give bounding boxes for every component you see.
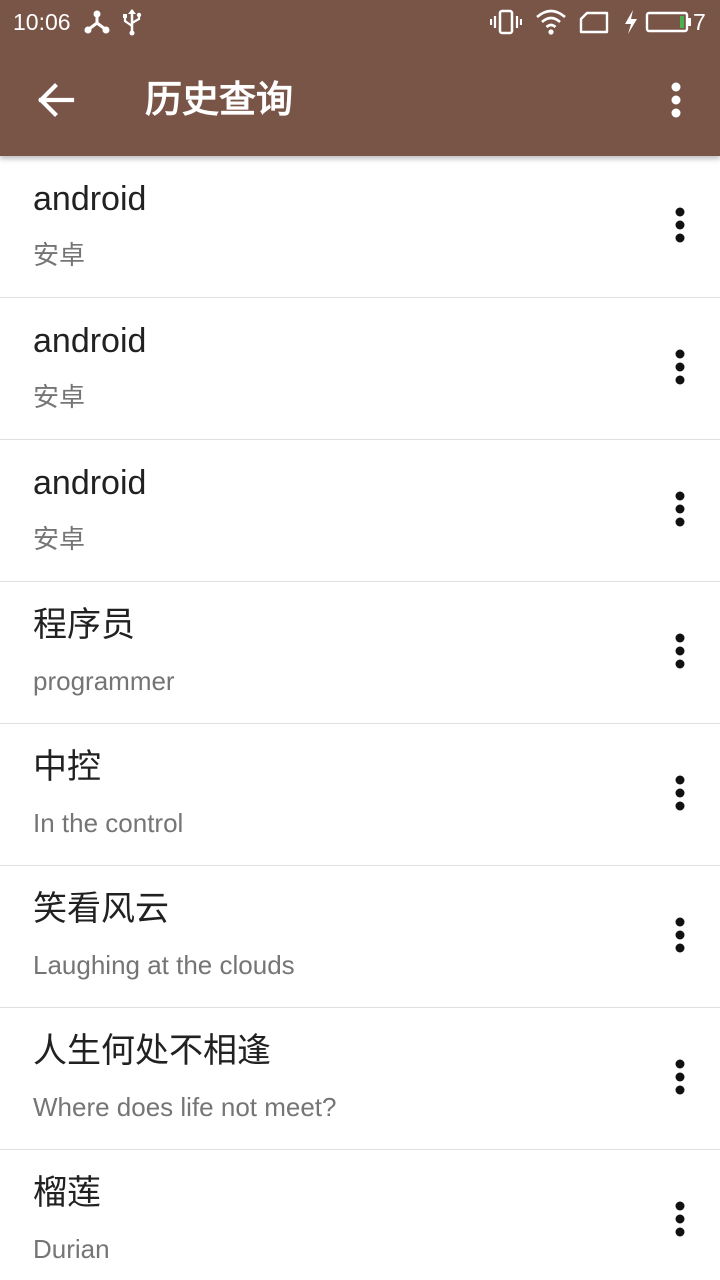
more-vert-icon xyxy=(675,917,685,953)
history-meaning: Where does life not meet? xyxy=(33,1092,337,1122)
history-word: 榴莲 xyxy=(33,1174,101,1212)
history-item[interactable]: 程序员 programmer xyxy=(0,582,720,724)
app-bar: 10:06 7 历史查询 xyxy=(0,0,720,156)
sim-card-icon xyxy=(579,11,609,34)
history-word: 中控 xyxy=(33,748,101,786)
history-word: 人生何处不相逢 xyxy=(33,1032,271,1070)
charging-bolt-icon xyxy=(625,10,637,34)
history-word: android xyxy=(33,180,147,218)
more-vert-icon xyxy=(675,349,685,385)
back-button[interactable] xyxy=(24,68,88,132)
item-menu-button[interactable] xyxy=(656,904,704,968)
history-item[interactable]: android 安卓 xyxy=(0,440,720,582)
page-title: 历史查询 xyxy=(145,78,293,121)
history-item[interactable]: android 安卓 xyxy=(0,156,720,298)
arrow-back-icon xyxy=(38,83,75,117)
more-vert-icon xyxy=(675,775,685,811)
more-vert-icon xyxy=(675,491,685,527)
toolbar: 历史查询 xyxy=(0,44,720,156)
history-meaning: Durian xyxy=(33,1234,110,1264)
history-meaning: 安卓 xyxy=(33,240,86,270)
history-list: android 安卓 android 安卓 android 安卓 程序员 pro… xyxy=(0,156,720,1280)
status-time: 10:06 xyxy=(13,9,71,35)
history-word: 程序员 xyxy=(33,606,135,644)
item-menu-button[interactable] xyxy=(656,762,704,826)
more-vert-icon xyxy=(671,82,681,118)
vibrate-icon xyxy=(490,9,522,35)
history-meaning: 安卓 xyxy=(33,382,86,412)
status-bar: 10:06 7 xyxy=(0,0,720,44)
history-item[interactable]: android 安卓 xyxy=(0,298,720,440)
wifi-icon xyxy=(536,9,566,35)
history-word: 笑看风云 xyxy=(33,890,169,928)
item-menu-button[interactable] xyxy=(656,1046,704,1110)
battery-icon xyxy=(645,11,691,33)
item-menu-button[interactable] xyxy=(656,1188,704,1252)
more-vert-icon xyxy=(675,1201,685,1237)
history-item[interactable]: 中控 In the control xyxy=(0,724,720,866)
history-item[interactable]: 榴莲 Durian xyxy=(0,1150,720,1280)
item-menu-button[interactable] xyxy=(656,336,704,400)
battery-percentage: 7 xyxy=(693,9,706,35)
history-meaning: Laughing at the clouds xyxy=(33,950,295,980)
history-word: android xyxy=(33,464,147,502)
usb-icon xyxy=(123,9,142,36)
more-vert-icon xyxy=(675,1059,685,1095)
item-menu-button[interactable] xyxy=(656,194,704,258)
more-vert-icon xyxy=(675,633,685,669)
history-meaning: programmer xyxy=(33,666,175,696)
more-vert-icon xyxy=(675,207,685,243)
history-meaning: In the control xyxy=(33,808,184,838)
overflow-menu-button[interactable] xyxy=(650,68,702,132)
item-menu-button[interactable] xyxy=(656,620,704,684)
history-item[interactable]: 笑看风云 Laughing at the clouds xyxy=(0,866,720,1008)
history-meaning: 安卓 xyxy=(33,524,86,554)
share-network-icon xyxy=(84,10,110,34)
item-menu-button[interactable] xyxy=(656,478,704,542)
history-word: android xyxy=(33,322,147,360)
history-item[interactable]: 人生何处不相逢 Where does life not meet? xyxy=(0,1008,720,1150)
